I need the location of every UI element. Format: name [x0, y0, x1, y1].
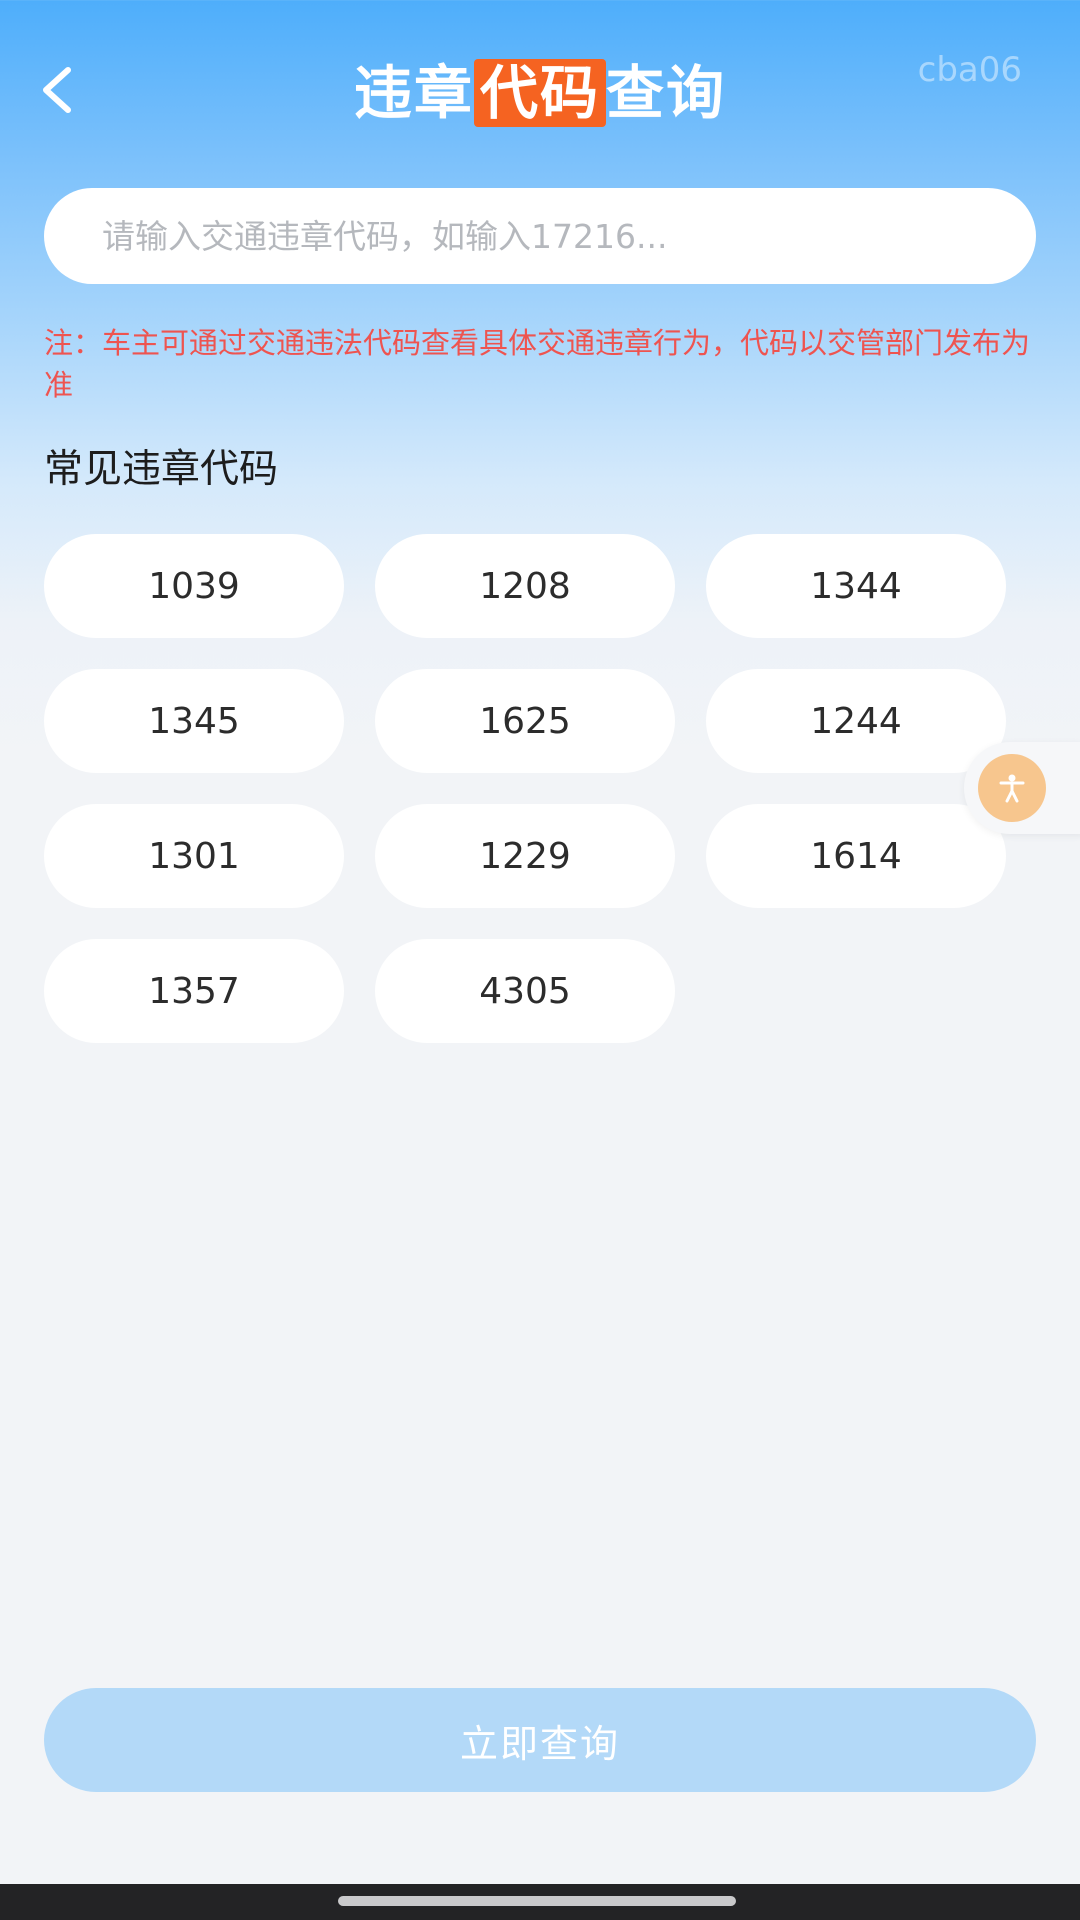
code-chip[interactable]: 1614 — [706, 804, 1006, 908]
code-chip[interactable]: 4305 — [375, 939, 675, 1043]
code-chip[interactable]: 1357 — [44, 939, 344, 1043]
title-part1: 违章 — [353, 59, 474, 127]
title-highlight: 代码 — [473, 59, 606, 127]
accessibility-float-button[interactable] — [964, 742, 1080, 834]
code-chip[interactable]: 1345 — [44, 669, 344, 773]
home-indicator[interactable] — [338, 1896, 736, 1906]
code-chip[interactable]: 1229 — [375, 804, 675, 908]
header: 违章 代码 查询 cba06 — [0, 0, 1080, 180]
code-chip[interactable]: 1244 — [706, 669, 1006, 773]
section-title: 常见违章代码 — [44, 447, 279, 492]
notice-text: 注：车主可通过交通违法代码查看具体交通违章行为，代码以交管部门发布为准 — [44, 326, 1031, 402]
accessibility-icon — [978, 754, 1046, 822]
search-box[interactable] — [44, 188, 1036, 284]
watermark-text: cba06 — [917, 50, 1022, 90]
code-chip[interactable]: 1625 — [375, 669, 675, 773]
title-part2: 查询 — [606, 59, 727, 127]
system-nav-bar — [0, 1884, 1080, 1920]
query-button[interactable]: 立即查询 — [44, 1688, 1036, 1792]
code-search-input[interactable] — [102, 216, 982, 256]
code-chip[interactable]: 1344 — [706, 534, 1006, 638]
code-chip[interactable]: 1039 — [44, 534, 344, 638]
code-chip[interactable]: 1301 — [44, 804, 344, 908]
code-chip[interactable]: 1208 — [375, 534, 675, 638]
